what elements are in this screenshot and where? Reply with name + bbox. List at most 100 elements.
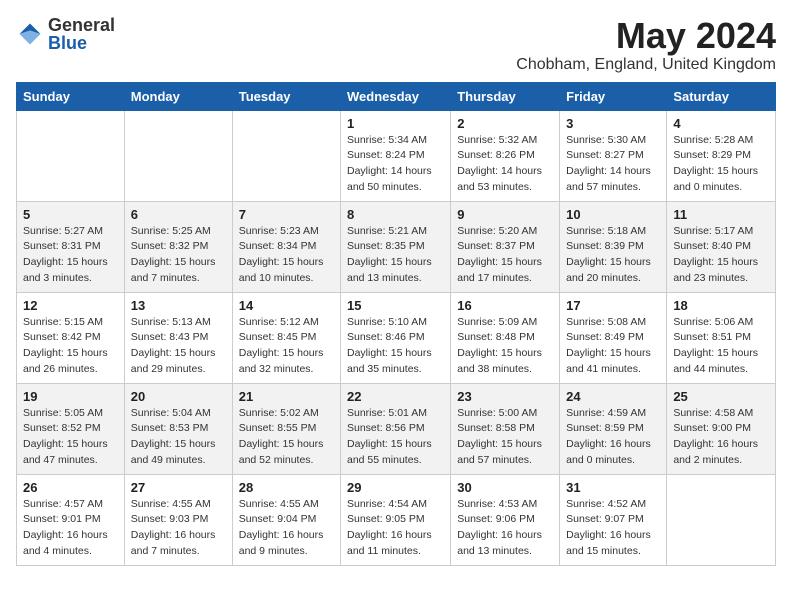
- week-row-4: 26Sunrise: 4:57 AMSunset: 9:01 PMDayligh…: [17, 474, 776, 565]
- day-info: Sunrise: 4:55 AMSunset: 9:03 PMDaylight:…: [131, 497, 226, 560]
- day-info: Sunrise: 5:12 AMSunset: 8:45 PMDaylight:…: [239, 315, 334, 378]
- day-number: 21: [239, 389, 334, 404]
- day-number: 15: [347, 298, 444, 313]
- day-info: Sunrise: 4:55 AMSunset: 9:04 PMDaylight:…: [239, 497, 334, 560]
- day-info: Sunrise: 5:10 AMSunset: 8:46 PMDaylight:…: [347, 315, 444, 378]
- day-cell: 6 Sunrise: 5:25 AMSunset: 8:32 PMDaylight…: [124, 201, 232, 292]
- day-cell: 21 Sunrise: 5:02 AMSunset: 8:55 PMDayligh…: [232, 383, 340, 474]
- day-cell: 12 Sunrise: 5:15 AMSunset: 8:42 PMDayligh…: [17, 292, 125, 383]
- day-info: Sunrise: 5:08 AMSunset: 8:49 PMDaylight:…: [566, 315, 660, 378]
- day-number: 27: [131, 480, 226, 495]
- header-sunday: Sunday: [17, 82, 125, 110]
- day-info: Sunrise: 5:09 AMSunset: 8:48 PMDaylight:…: [457, 315, 553, 378]
- day-cell: 22 Sunrise: 5:01 AMSunset: 8:56 PMDayligh…: [341, 383, 451, 474]
- day-info: Sunrise: 5:18 AMSunset: 8:39 PMDaylight:…: [566, 224, 660, 287]
- day-number: 5: [23, 207, 118, 222]
- day-cell: 15 Sunrise: 5:10 AMSunset: 8:46 PMDayligh…: [341, 292, 451, 383]
- calendar-table: SundayMondayTuesdayWednesdayThursdayFrid…: [16, 82, 776, 566]
- day-info: Sunrise: 4:59 AMSunset: 8:59 PMDaylight:…: [566, 406, 660, 469]
- day-info: Sunrise: 5:13 AMSunset: 8:43 PMDaylight:…: [131, 315, 226, 378]
- day-info: Sunrise: 5:20 AMSunset: 8:37 PMDaylight:…: [457, 224, 553, 287]
- day-info: Sunrise: 4:52 AMSunset: 9:07 PMDaylight:…: [566, 497, 660, 560]
- day-cell: 25 Sunrise: 4:58 AMSunset: 9:00 PMDayligh…: [667, 383, 776, 474]
- day-cell: 7 Sunrise: 5:23 AMSunset: 8:34 PMDaylight…: [232, 201, 340, 292]
- day-info: Sunrise: 4:54 AMSunset: 9:05 PMDaylight:…: [347, 497, 444, 560]
- day-cell: 3Sunrise: 5:30 AMSunset: 8:27 PMDaylight…: [560, 110, 667, 201]
- title-area: May 2024 Chobham, England, United Kingdo…: [516, 16, 776, 74]
- day-info: Sunrise: 5:21 AMSunset: 8:35 PMDaylight:…: [347, 224, 444, 287]
- day-info: Sunrise: 5:02 AMSunset: 8:55 PMDaylight:…: [239, 406, 334, 469]
- day-number: 17: [566, 298, 660, 313]
- location-title: Chobham, England, United Kingdom: [516, 56, 776, 74]
- day-number: 20: [131, 389, 226, 404]
- header-monday: Monday: [124, 82, 232, 110]
- day-cell: 2 Sunrise: 5:32 AMSunset: 8:26 PMDaylight…: [451, 110, 560, 201]
- day-cell: 23 Sunrise: 5:00 AMSunset: 8:58 PMDayligh…: [451, 383, 560, 474]
- day-cell: 29 Sunrise: 4:54 AMSunset: 9:05 PMDayligh…: [341, 474, 451, 565]
- day-cell: 26Sunrise: 4:57 AMSunset: 9:01 PMDayligh…: [17, 474, 125, 565]
- day-number: 22: [347, 389, 444, 404]
- day-number: 8: [347, 207, 444, 222]
- header-saturday: Saturday: [667, 82, 776, 110]
- day-number: 7: [239, 207, 334, 222]
- day-cell: [667, 474, 776, 565]
- day-cell: 1Sunrise: 5:34 AMSunset: 8:24 PMDaylight…: [341, 110, 451, 201]
- day-number: 31: [566, 480, 660, 495]
- day-info: Sunrise: 5:32 AMSunset: 8:26 PMDaylight:…: [457, 133, 553, 196]
- day-number: 2: [457, 116, 553, 131]
- day-number: 16: [457, 298, 553, 313]
- day-info: Sunrise: 5:23 AMSunset: 8:34 PMDaylight:…: [239, 224, 334, 287]
- day-info: Sunrise: 5:06 AMSunset: 8:51 PMDaylight:…: [673, 315, 769, 378]
- week-row-3: 19Sunrise: 5:05 AMSunset: 8:52 PMDayligh…: [17, 383, 776, 474]
- day-cell: 28Sunrise: 4:55 AMSunset: 9:04 PMDayligh…: [232, 474, 340, 565]
- day-number: 18: [673, 298, 769, 313]
- day-number: 13: [131, 298, 226, 313]
- logo-icon: [16, 20, 44, 48]
- header: General Blue May 2024 Chobham, England, …: [16, 16, 776, 74]
- logo-general-text: General: [48, 16, 115, 34]
- day-cell: 27 Sunrise: 4:55 AMSunset: 9:03 PMDayligh…: [124, 474, 232, 565]
- day-info: Sunrise: 4:58 AMSunset: 9:00 PMDaylight:…: [673, 406, 769, 469]
- day-cell: 13 Sunrise: 5:13 AMSunset: 8:43 PMDayligh…: [124, 292, 232, 383]
- day-number: 10: [566, 207, 660, 222]
- day-cell: [124, 110, 232, 201]
- header-wednesday: Wednesday: [341, 82, 451, 110]
- header-thursday: Thursday: [451, 82, 560, 110]
- day-cell: [232, 110, 340, 201]
- logo: General Blue: [16, 16, 115, 52]
- day-cell: 30 Sunrise: 4:53 AMSunset: 9:06 PMDayligh…: [451, 474, 560, 565]
- day-cell: 9 Sunrise: 5:20 AMSunset: 8:37 PMDaylight…: [451, 201, 560, 292]
- day-number: 25: [673, 389, 769, 404]
- day-cell: 5 Sunrise: 5:27 AMSunset: 8:31 PMDaylight…: [17, 201, 125, 292]
- day-info: Sunrise: 5:30 AMSunset: 8:27 PMDaylight:…: [566, 133, 660, 196]
- day-number: 23: [457, 389, 553, 404]
- day-info: Sunrise: 5:34 AMSunset: 8:24 PMDaylight:…: [347, 133, 444, 196]
- day-number: 6: [131, 207, 226, 222]
- month-title: May 2024: [516, 16, 776, 56]
- week-row-1: 5 Sunrise: 5:27 AMSunset: 8:31 PMDaylight…: [17, 201, 776, 292]
- logo-blue-text: Blue: [48, 34, 115, 52]
- day-info: Sunrise: 5:27 AMSunset: 8:31 PMDaylight:…: [23, 224, 118, 287]
- day-cell: 16 Sunrise: 5:09 AMSunset: 8:48 PMDayligh…: [451, 292, 560, 383]
- day-number: 29: [347, 480, 444, 495]
- day-cell: 11Sunrise: 5:17 AMSunset: 8:40 PMDayligh…: [667, 201, 776, 292]
- day-number: 14: [239, 298, 334, 313]
- day-number: 19: [23, 389, 118, 404]
- day-info: Sunrise: 5:01 AMSunset: 8:56 PMDaylight:…: [347, 406, 444, 469]
- header-tuesday: Tuesday: [232, 82, 340, 110]
- day-cell: 8 Sunrise: 5:21 AMSunset: 8:35 PMDaylight…: [341, 201, 451, 292]
- week-row-2: 12 Sunrise: 5:15 AMSunset: 8:42 PMDayligh…: [17, 292, 776, 383]
- day-cell: 17 Sunrise: 5:08 AMSunset: 8:49 PMDayligh…: [560, 292, 667, 383]
- calendar-header-row: SundayMondayTuesdayWednesdayThursdayFrid…: [17, 82, 776, 110]
- day-number: 9: [457, 207, 553, 222]
- day-cell: 4Sunrise: 5:28 AMSunset: 8:29 PMDaylight…: [667, 110, 776, 201]
- day-cell: 10 Sunrise: 5:18 AMSunset: 8:39 PMDayligh…: [560, 201, 667, 292]
- day-info: Sunrise: 5:15 AMSunset: 8:42 PMDaylight:…: [23, 315, 118, 378]
- week-row-0: 1Sunrise: 5:34 AMSunset: 8:24 PMDaylight…: [17, 110, 776, 201]
- day-number: 12: [23, 298, 118, 313]
- day-info: Sunrise: 5:25 AMSunset: 8:32 PMDaylight:…: [131, 224, 226, 287]
- day-info: Sunrise: 4:53 AMSunset: 9:06 PMDaylight:…: [457, 497, 553, 560]
- day-number: 30: [457, 480, 553, 495]
- day-number: 4: [673, 116, 769, 131]
- day-info: Sunrise: 5:00 AMSunset: 8:58 PMDaylight:…: [457, 406, 553, 469]
